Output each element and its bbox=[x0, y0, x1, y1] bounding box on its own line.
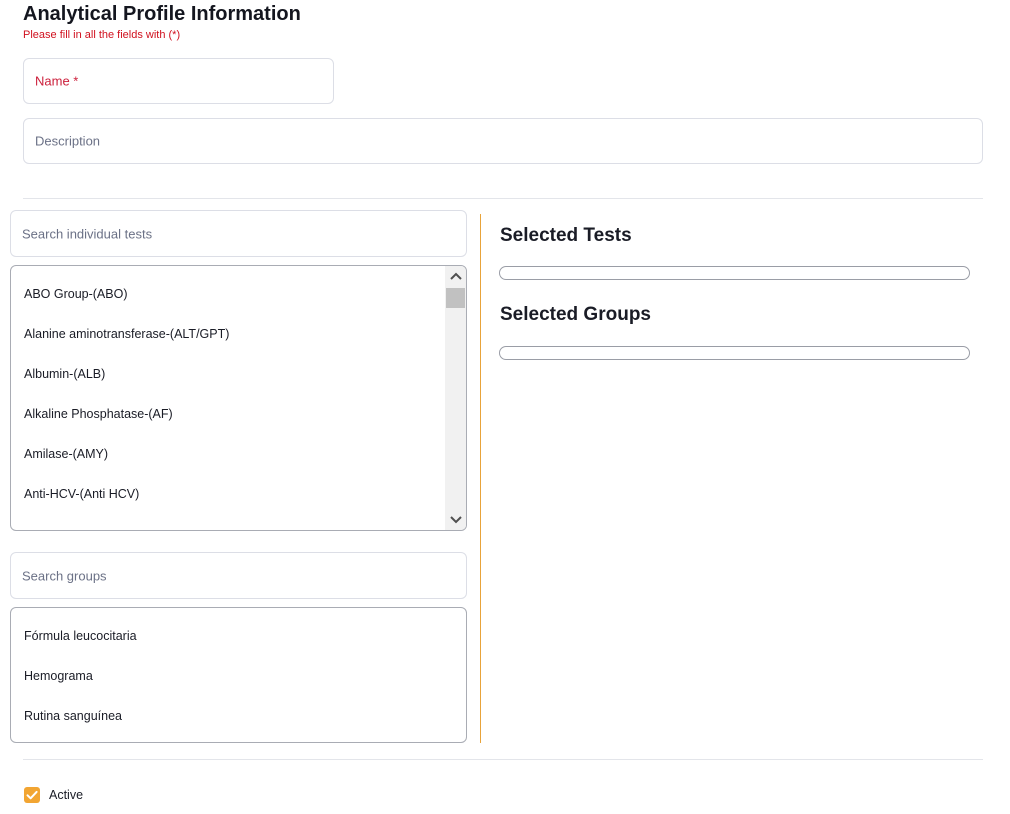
search-tests-placeholder: Search individual tests bbox=[22, 226, 153, 241]
list-item[interactable]: Rutina sanguínea bbox=[24, 709, 122, 723]
search-tests-input[interactable]: Search individual tests bbox=[10, 210, 467, 257]
name-placeholder: Name * bbox=[35, 73, 79, 89]
required-fields-note: Please fill in all the fields with (*) bbox=[23, 29, 181, 41]
chevron-up-icon[interactable] bbox=[445, 266, 466, 286]
selected-groups-container bbox=[499, 346, 970, 360]
scroll-thumb[interactable] bbox=[446, 288, 465, 308]
list-item[interactable]: Fórmula leucocitaria bbox=[24, 629, 137, 643]
selected-tests-title: Selected Tests bbox=[500, 225, 632, 246]
selected-groups-title: Selected Groups bbox=[500, 304, 651, 325]
tests-scrollbar[interactable] bbox=[445, 266, 466, 530]
checkmark-icon bbox=[26, 790, 38, 800]
description-field[interactable]: Description bbox=[23, 118, 983, 164]
selected-tests-container bbox=[499, 266, 970, 280]
list-item[interactable]: Albumin-(ALB) bbox=[24, 367, 105, 381]
list-item[interactable]: Amilase-(AMY) bbox=[24, 447, 108, 461]
divider bbox=[23, 759, 983, 760]
search-groups-input[interactable]: Search groups bbox=[10, 552, 467, 599]
active-label: Active bbox=[49, 788, 84, 802]
page-title: Analytical Profile Information bbox=[23, 3, 301, 25]
list-item[interactable]: Hemograma bbox=[24, 669, 93, 683]
list-item[interactable]: Anti-HCV-(Anti HCV) bbox=[24, 487, 139, 501]
list-item[interactable]: Alkaline Phosphatase-(AF) bbox=[24, 407, 173, 421]
description-placeholder: Description bbox=[35, 133, 101, 149]
column-divider bbox=[480, 214, 481, 743]
divider bbox=[23, 198, 983, 199]
name-field[interactable]: Name * bbox=[23, 58, 334, 104]
list-item[interactable]: ABO Group-(ABO) bbox=[24, 287, 128, 301]
groups-listbox[interactable]: Fórmula leucocitaria Hemograma Rutina sa… bbox=[10, 607, 467, 743]
search-groups-placeholder: Search groups bbox=[22, 568, 107, 583]
tests-listbox[interactable]: ABO Group-(ABO) Alanine aminotransferase… bbox=[10, 265, 467, 531]
active-checkbox[interactable] bbox=[24, 787, 40, 803]
chevron-down-icon[interactable] bbox=[445, 510, 466, 530]
list-item[interactable]: Alanine aminotransferase-(ALT/GPT) bbox=[24, 327, 229, 341]
